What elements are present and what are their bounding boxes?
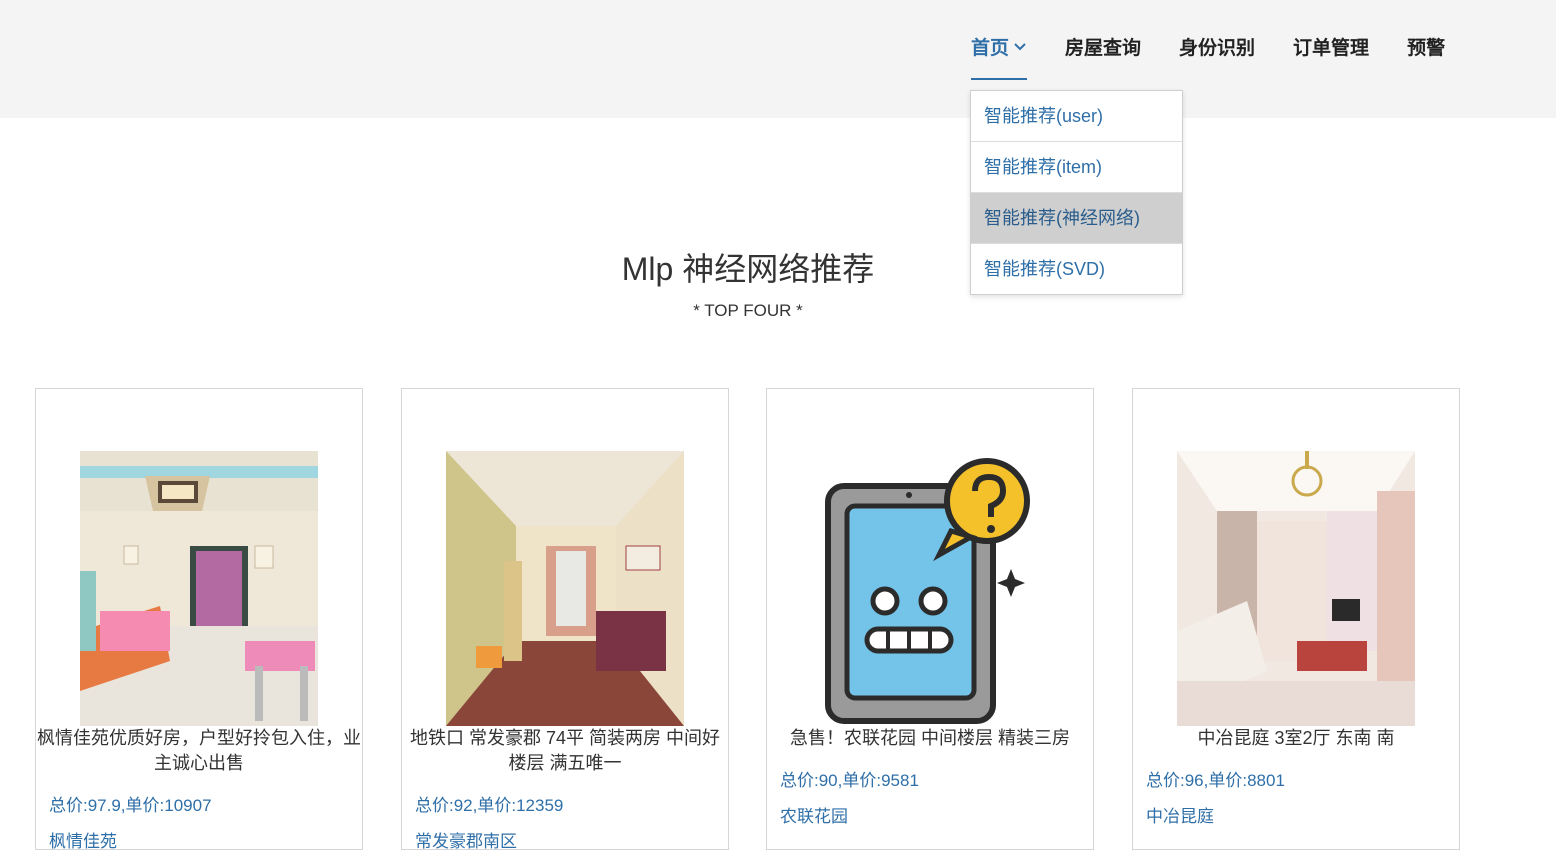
house-title[interactable]: 枫情佳苑优质好房，户型好拎包入住，业主诚心出售 xyxy=(36,726,362,776)
house-price: 总价:96,单价:8801 xyxy=(1146,771,1285,790)
community-link[interactable]: 中冶昆庭 xyxy=(1146,802,1214,827)
house-card[interactable]: 急售！农联花园 中间楼层 精装三房 总价:90,单价:9581 农联花园 xyxy=(766,388,1094,850)
community-link[interactable]: 农联花园 xyxy=(780,802,848,827)
nav-item-home-label: 首页 xyxy=(971,38,1010,59)
nav-item-home[interactable]: 首页 xyxy=(971,36,1028,80)
house-title[interactable]: 急售！农联花园 中间楼层 精装三房 xyxy=(767,726,1093,751)
house-price: 总价:90,单价:9581 xyxy=(780,771,919,790)
house-photo[interactable] xyxy=(446,451,684,726)
house-card[interactable]: 地铁口 常发豪郡 74平 简装两房 中间好楼层 满五唯一 总价:92,单价:12… xyxy=(401,388,729,850)
nav-item-house-search[interactable]: 房屋查询 xyxy=(1065,36,1141,80)
community-link[interactable]: 常发豪郡南区 xyxy=(415,827,517,849)
nav-item-alerts[interactable]: 预警 xyxy=(1407,36,1445,80)
house-price: 总价:92,单价:12359 xyxy=(415,796,564,815)
community-link[interactable]: 枫情佳苑 xyxy=(49,827,117,849)
main-nav: 首页 房屋查询 身份识别 订单管理 预警 xyxy=(971,36,1483,80)
section-subtitle: * TOP FOUR * xyxy=(693,301,803,320)
menu-item-recommend-item[interactable]: 智能推荐(item) xyxy=(971,142,1182,193)
house-price: 总价:97.9,单价:10907 xyxy=(49,796,212,815)
nav-item-orders[interactable]: 订单管理 xyxy=(1293,36,1369,80)
menu-item-recommend-user[interactable]: 智能推荐(user) xyxy=(971,91,1182,142)
house-card[interactable]: 枫情佳苑优质好房，户型好拎包入住，业主诚心出售 总价:97.9,单价:10907… xyxy=(35,388,363,850)
chevron-down-icon xyxy=(1014,43,1026,51)
nav-item-identity[interactable]: 身份识别 xyxy=(1179,36,1255,80)
house-photo[interactable] xyxy=(80,451,318,726)
house-title[interactable]: 地铁口 常发豪郡 74平 简装两房 中间好楼层 满五唯一 xyxy=(402,726,728,776)
house-card[interactable]: 中冶昆庭 3室2厅 东南 南 总价:96,单价:8801 中冶昆庭 xyxy=(1132,388,1460,850)
missing-image-robot-icon[interactable] xyxy=(811,451,1049,726)
header-bar: 首页 房屋查询 身份识别 订单管理 预警 xyxy=(0,0,1556,118)
menu-item-recommend-neural[interactable]: 智能推荐(神经网络) xyxy=(971,193,1182,244)
section-title: Mlp 神经网络推荐 xyxy=(621,251,875,287)
house-photo[interactable] xyxy=(1177,451,1415,726)
house-title[interactable]: 中冶昆庭 3室2厅 东南 南 xyxy=(1133,726,1459,751)
